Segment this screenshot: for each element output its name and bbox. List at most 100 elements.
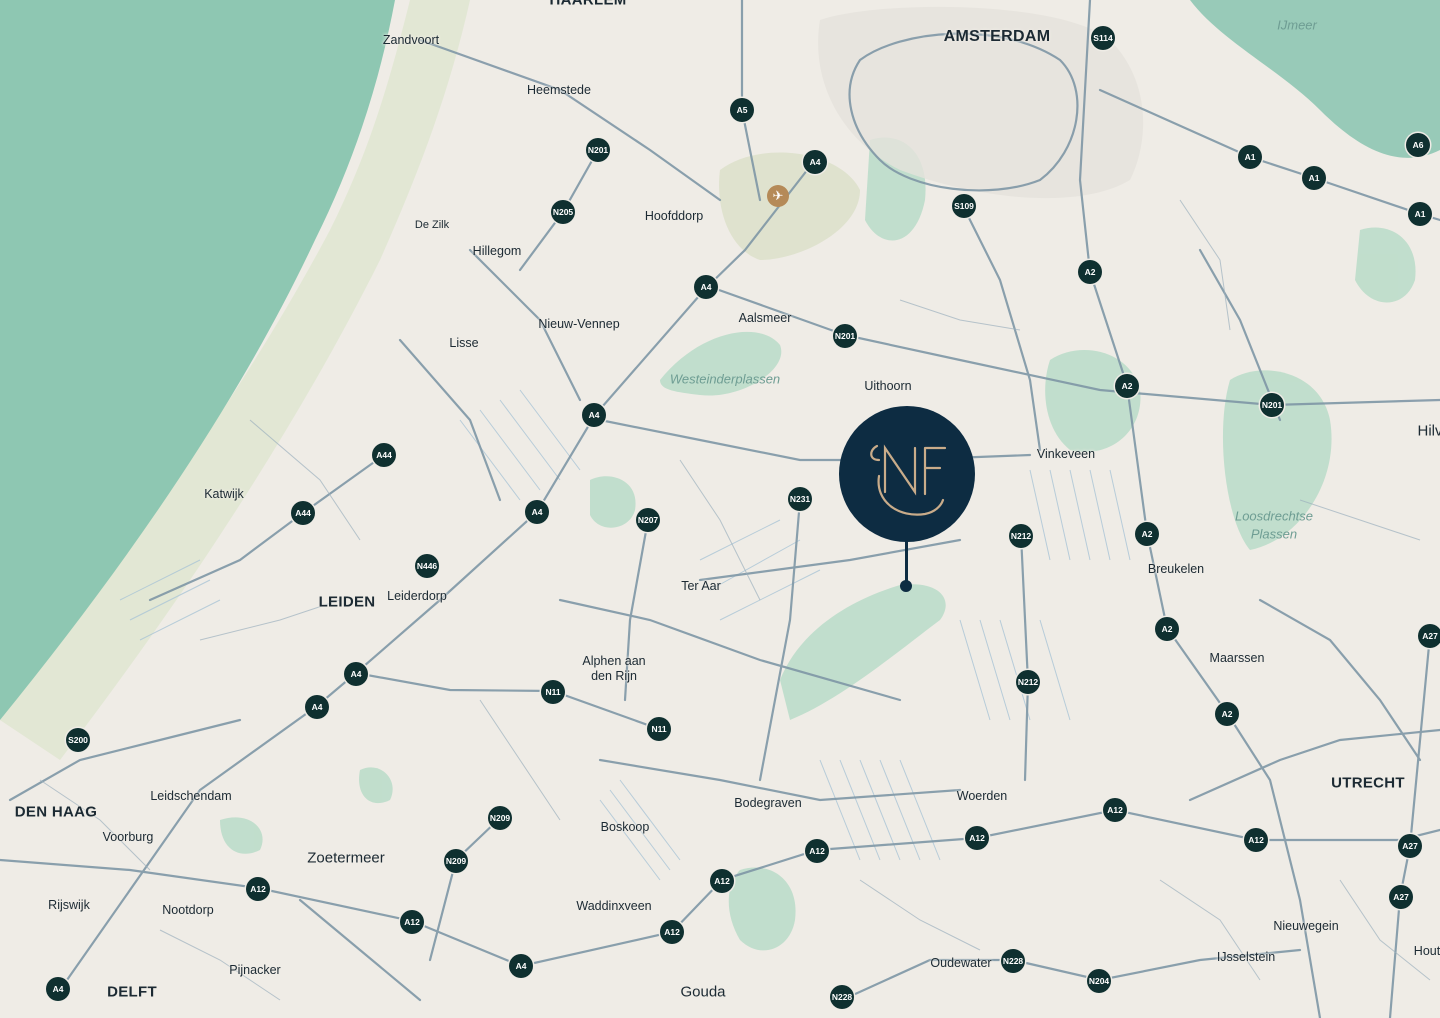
label-nieuwegein: Nieuwegein [1273,919,1339,933]
road-shield: S109 [952,194,976,218]
road-shield: A1 [1302,166,1326,190]
road-shield: A27 [1398,834,1422,858]
marker-stem [905,540,908,584]
label-nootdorp: Nootdorp [162,903,214,917]
label-vinkeveen: Vinkeveen [1036,447,1096,461]
road-shield: A4 [803,150,827,174]
label-de-zilk: De Zilk [414,219,450,231]
label-hoofddorp: Hoofddorp [644,209,704,223]
road-shield: A4 [344,662,368,686]
airplane-icon[interactable]: ✈ [767,185,789,207]
label-hillegom: Hillegom [472,244,522,258]
label-aalsmeer: Aalsmeer [738,311,792,325]
road-shield: N212 [1016,670,1040,694]
label-ijmeer: IJmeer [1277,17,1317,33]
road-shield: N209 [444,849,468,873]
road-shield: N228 [830,985,854,1009]
label-waddinxveen: Waddinxveen [576,899,652,913]
label-leiden: LEIDEN [318,593,376,611]
road-shield: N11 [541,680,565,704]
label-amsterdam: AMSTERDAM [943,28,1051,45]
label-plassen: Plassen [1250,526,1298,542]
nf-monogram-logo: NF [839,406,947,516]
label-voorburg: Voorburg [102,830,154,844]
road-shield: A27 [1389,885,1413,909]
road-shield: A5 [730,98,754,122]
road-shield: A12 [1244,828,1268,852]
label-zandvoort: Zandvoort [382,33,440,47]
road-shield: S114 [1091,26,1115,50]
road-shield: S200 [66,728,90,752]
road-shield: A4 [525,500,549,524]
road-shield: N204 [1087,969,1111,993]
road-shield: A12 [246,877,270,901]
label-oudewater: Oudewater [930,956,992,970]
label-maarssen: Maarssen [1209,651,1265,665]
label-uithoorn: Uithoorn [864,379,912,393]
road-shield: N201 [1260,393,1284,417]
label-hilv: Hilv [1417,422,1440,440]
label-pijnacker: Pijnacker [229,963,281,977]
label-ijsselstein: IJsselstein [1216,950,1276,964]
road-shield: A4 [305,695,329,719]
label-delft: DELFT [107,983,157,1001]
label-leidschendam: Leidschendam [150,789,232,803]
road-shield: A27 [1418,624,1440,648]
label-hout: Hout [1413,944,1440,958]
road-shield: A4 [694,275,718,299]
label-den-haag: DEN HAAG [14,803,98,821]
road-shield: A12 [400,910,424,934]
label-alphen-2: den Rijn [591,669,637,683]
label-katwijk: Katwijk [204,487,244,501]
road-shield: A4 [582,403,606,427]
road-shield: A12 [805,839,829,863]
road-shield: A44 [291,501,315,525]
label-lisse: Lisse [449,336,479,350]
road-shield: N207 [636,508,660,532]
road-shield: A12 [660,920,684,944]
road-shield: A12 [965,826,989,850]
label-alphen-1: Alphen aan [582,654,646,668]
label-boskoop: Boskoop [600,820,650,834]
label-leiderdorp: Leiderdorp [387,589,447,603]
road-shield: N231 [788,487,812,511]
road-shield: N201 [833,324,857,348]
marker-dot [900,580,912,592]
label-breukelen: Breukelen [1147,562,1205,576]
road-shield: A2 [1135,522,1159,546]
label-nieuw-vennep: Nieuw-Vennep [538,317,620,331]
road-shield: A2 [1115,374,1139,398]
label-rijswijk: Rijswijk [48,898,90,912]
road-shield: A1 [1238,145,1262,169]
label-woerden: Woerden [956,789,1008,803]
label-gouda: Gouda [680,983,726,1001]
label-ter-aar: Ter Aar [681,579,721,593]
road-shield: A4 [46,977,70,1001]
road-shield: N446 [415,554,439,578]
road-shield: A2 [1155,617,1179,641]
label-heemstede: Heemstede [527,83,591,97]
road-shield: N228 [1001,949,1025,973]
road-shield: A2 [1078,260,1102,284]
map-canvas[interactable]: ✈ HAARLEM AMSTERDAM LEIDEN DEN HAAG UTRE… [0,0,1440,1018]
road-shield: A6 [1406,133,1430,157]
road-shield: N205 [551,200,575,224]
road-shield: A1 [1408,202,1432,226]
label-haarlem: HAARLEM [549,0,627,9]
label-utrecht: UTRECHT [1331,774,1405,792]
label-zoetermeer: Zoetermeer [307,849,385,867]
road-shield: A2 [1215,702,1239,726]
map-base-layer [0,0,1440,1018]
road-shield: N11 [647,717,671,741]
road-shield: N209 [488,806,512,830]
road-shield: N212 [1009,524,1033,548]
label-loosdrechtse: Loosdrechtse [1234,508,1314,524]
location-pin-icon[interactable]: NF [839,406,975,542]
road-shield: A44 [372,443,396,467]
label-bodegraven: Bodegraven [734,796,802,810]
road-shield: A4 [509,954,533,978]
road-shield: N201 [586,138,610,162]
road-shield: A12 [710,869,734,893]
svg-text:NF: NF [839,406,841,407]
road-shield: A12 [1103,798,1127,822]
